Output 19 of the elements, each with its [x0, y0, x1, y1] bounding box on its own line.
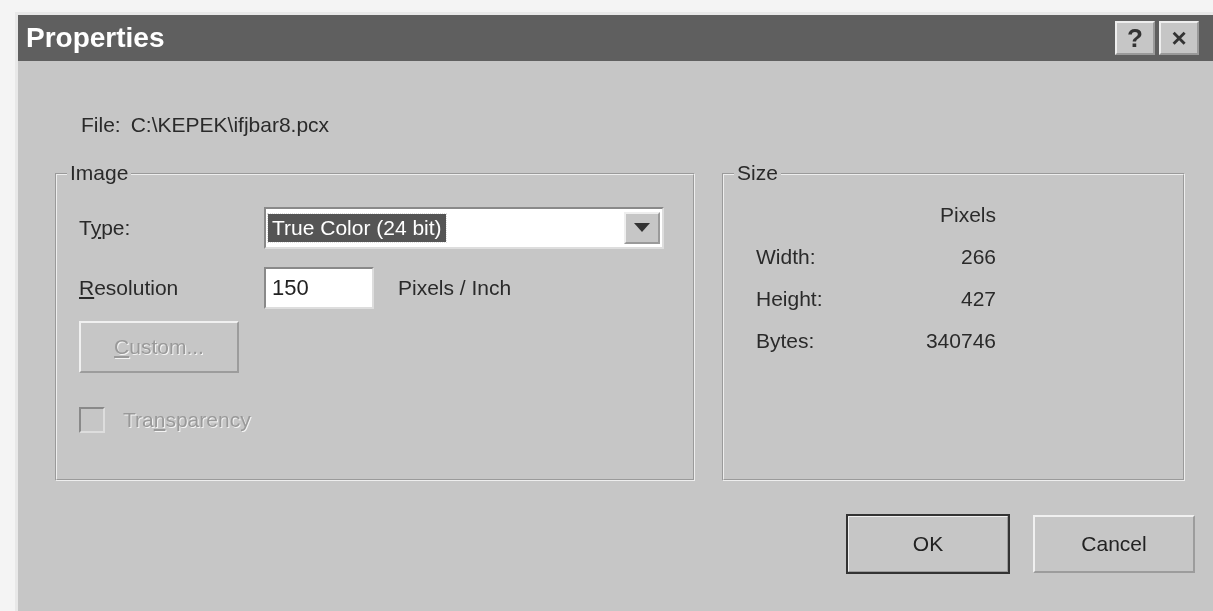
ok-button[interactable]: OK: [847, 515, 1009, 573]
size-value: 427: [959, 287, 996, 311]
file-label: File:: [81, 112, 121, 138]
cancel-button[interactable]: Cancel: [1033, 515, 1195, 573]
type-label: Type:: [79, 216, 132, 240]
size-label: Bytes:: [756, 329, 816, 353]
resolution-label: Resolution: [79, 276, 180, 300]
size-label: Height:: [756, 287, 824, 311]
size-label: Width:: [756, 245, 817, 269]
unit-label: Pixels / Inch: [398, 276, 512, 300]
column-header: Pixels: [938, 203, 996, 227]
file-path: C:\KEPEK\ifjbar8.pcx: [130, 112, 330, 138]
close-button[interactable]: ×: [1159, 21, 1199, 55]
window-title: Properties: [26, 22, 165, 54]
resolution-field[interactable]: 150: [264, 267, 374, 309]
help-button[interactable]: ?: [1115, 21, 1155, 55]
type-dropdown[interactable]: True Color (24 bit): [264, 207, 664, 249]
size-value: 340746: [924, 329, 996, 353]
size-value: 266: [959, 245, 996, 269]
